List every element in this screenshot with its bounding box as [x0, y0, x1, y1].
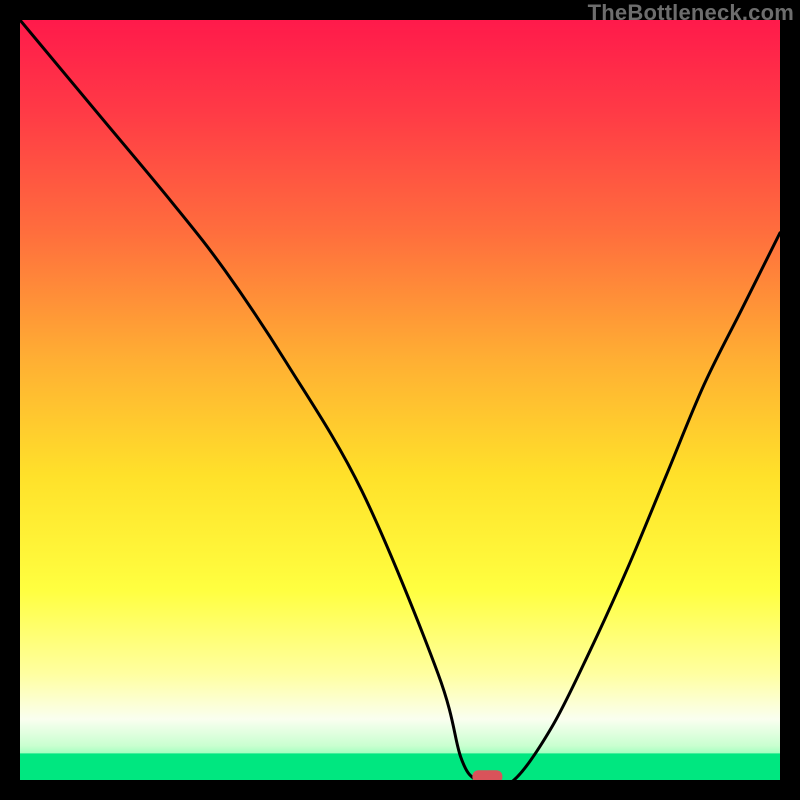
optimal-marker: [472, 770, 502, 780]
bottleneck-chart: [20, 20, 780, 780]
plot-area: [20, 20, 780, 780]
chart-frame: TheBottleneck.com: [0, 0, 800, 800]
gradient-background: [20, 20, 780, 780]
green-band: [20, 753, 780, 780]
